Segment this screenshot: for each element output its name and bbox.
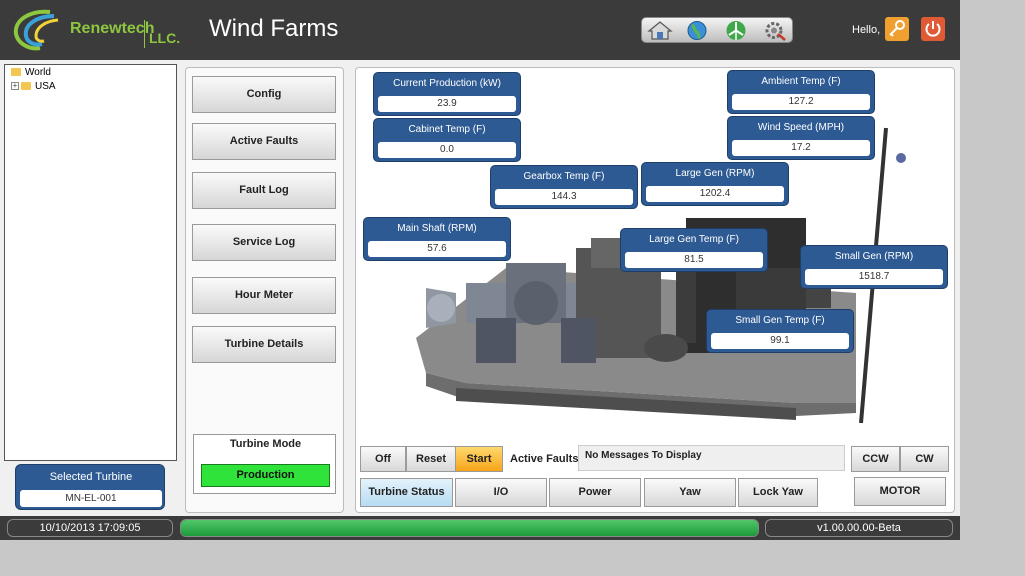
logo-text: Renewtech — [70, 20, 155, 37]
logo-suffix: LLC. — [149, 30, 181, 46]
gauge-value: 23.9 — [378, 96, 516, 112]
tab-power[interactable]: Power — [549, 478, 641, 507]
gauge-value: 0.0 — [378, 142, 516, 158]
gauge-label: Current Production (kW) — [393, 78, 501, 89]
gauge-gearbox-temp: Gearbox Temp (F) 144.3 — [490, 165, 638, 209]
progress-bar — [180, 519, 759, 537]
turbine-details-button[interactable]: Turbine Details — [192, 326, 336, 363]
gauge-label: Large Gen Temp (F) — [649, 234, 739, 245]
datetime-display: 10/10/2013 17:09:05 — [7, 519, 173, 537]
service-log-button[interactable]: Service Log — [192, 224, 336, 261]
logo-swoosh-icon — [13, 9, 59, 51]
gauge-value: 57.6 — [368, 241, 506, 257]
gauge-value: 17.2 — [732, 140, 870, 156]
turbine-mode-box: Turbine Mode Production — [193, 434, 336, 494]
gauge-value: 1518.7 — [805, 269, 943, 285]
selected-turbine-value: MN-EL-001 — [20, 490, 162, 507]
turbine-mode-value: Production — [201, 464, 330, 487]
gauge-main-shaft: Main Shaft (RPM) 57.6 — [363, 217, 511, 261]
gauge-current-production: Current Production (kW) 23.9 — [373, 72, 521, 116]
tree-node-label: World — [25, 67, 51, 78]
turbine-diagram-panel: Current Production (kW) 23.9 Cabinet Tem… — [355, 67, 955, 513]
gauge-value: 144.3 — [495, 189, 633, 205]
expand-icon[interactable]: + — [11, 82, 19, 91]
ccw-button[interactable]: CCW — [851, 446, 900, 472]
fault-messages: No Messages To Display — [578, 445, 845, 471]
gauge-label: Small Gen (RPM) — [834, 251, 914, 262]
gauge-ambient-temp: Ambient Temp (F) 127.2 — [727, 70, 875, 114]
key-icon[interactable] — [885, 17, 909, 41]
gauge-label: Gearbox Temp (F) — [523, 171, 605, 182]
tree-node-usa[interactable]: + USA — [11, 81, 56, 92]
progress-fill — [181, 520, 758, 536]
gauge-large-gen-rpm: Large Gen (RPM) 1202.4 — [641, 162, 789, 206]
off-button[interactable]: Off — [360, 446, 406, 472]
gauge-value: 1202.4 — [646, 186, 784, 202]
lock-yaw-button[interactable]: Lock Yaw — [738, 478, 818, 507]
gauge-large-gen-temp: Large Gen Temp (F) 81.5 — [620, 228, 768, 272]
menu-panel: Config Active Faults Fault Log Service L… — [185, 67, 344, 513]
gauge-cabinet-temp: Cabinet Temp (F) 0.0 — [373, 118, 521, 162]
gauge-value: 127.2 — [732, 94, 870, 110]
gauge-value: 81.5 — [625, 252, 763, 268]
status-bar: 10/10/2013 17:09:05 v1.00.00.00-Beta — [0, 516, 960, 540]
greeting-text: Hello, — [852, 24, 881, 36]
cw-button[interactable]: CW — [900, 446, 949, 472]
selected-turbine: Selected Turbine MN-EL-001 — [15, 464, 165, 510]
config-button[interactable]: Config — [192, 76, 336, 113]
reset-button[interactable]: Reset — [406, 446, 456, 472]
page-title: Wind Farms — [209, 15, 339, 42]
hour-meter-button[interactable]: Hour Meter — [192, 277, 336, 314]
active-faults-label: Active Faults — [510, 453, 579, 465]
turbine-mode-title: Turbine Mode — [229, 438, 302, 450]
selected-turbine-title: Selected Turbine — [49, 471, 133, 483]
nav-toolbar — [641, 17, 793, 43]
gauge-label: Wind Speed (MPH) — [757, 122, 845, 133]
gauge-value: 99.1 — [711, 333, 849, 349]
gauge-small-gen-rpm: Small Gen (RPM) 1518.7 — [800, 245, 948, 289]
fault-log-button[interactable]: Fault Log — [192, 172, 336, 209]
active-faults-button[interactable]: Active Faults — [192, 123, 336, 160]
logo-divider — [144, 20, 145, 48]
folder-icon — [11, 68, 21, 77]
header-bar: Renewtech LLC. Wind Farms Hello, — [0, 0, 960, 60]
version-label: v1.00.00.00-Beta — [765, 519, 953, 537]
tree-node-label: USA — [35, 81, 56, 92]
tab-turbine-status[interactable]: Turbine Status — [360, 478, 453, 507]
motor-button[interactable]: MOTOR — [854, 477, 946, 506]
gauge-label: Large Gen (RPM) — [675, 168, 755, 179]
gauge-label: Cabinet Temp (F) — [408, 124, 486, 135]
gauge-wind-speed: Wind Speed (MPH) 17.2 — [727, 116, 875, 160]
tab-yaw[interactable]: Yaw — [644, 478, 736, 507]
home-icon[interactable] — [645, 19, 675, 42]
app-window: Renewtech LLC. Wind Farms Hello, World +… — [0, 0, 960, 540]
tree-node-world[interactable]: World — [11, 67, 51, 78]
gauge-label: Main Shaft (RPM) — [397, 223, 477, 234]
site-tree: World + USA — [4, 64, 177, 461]
gauge-label: Small Gen Temp (F) — [735, 315, 825, 326]
settings-icon[interactable] — [760, 19, 790, 42]
globe-icon[interactable] — [682, 19, 712, 42]
tab-io[interactable]: I/O — [455, 478, 547, 507]
gauge-label: Ambient Temp (F) — [761, 76, 841, 87]
gauge-small-gen-temp: Small Gen Temp (F) 99.1 — [706, 309, 854, 353]
start-button[interactable]: Start — [455, 446, 503, 472]
turbine-icon[interactable] — [721, 19, 751, 42]
power-icon[interactable] — [921, 17, 945, 41]
folder-icon — [21, 82, 31, 91]
company-logo: Renewtech LLC. — [10, 6, 180, 52]
